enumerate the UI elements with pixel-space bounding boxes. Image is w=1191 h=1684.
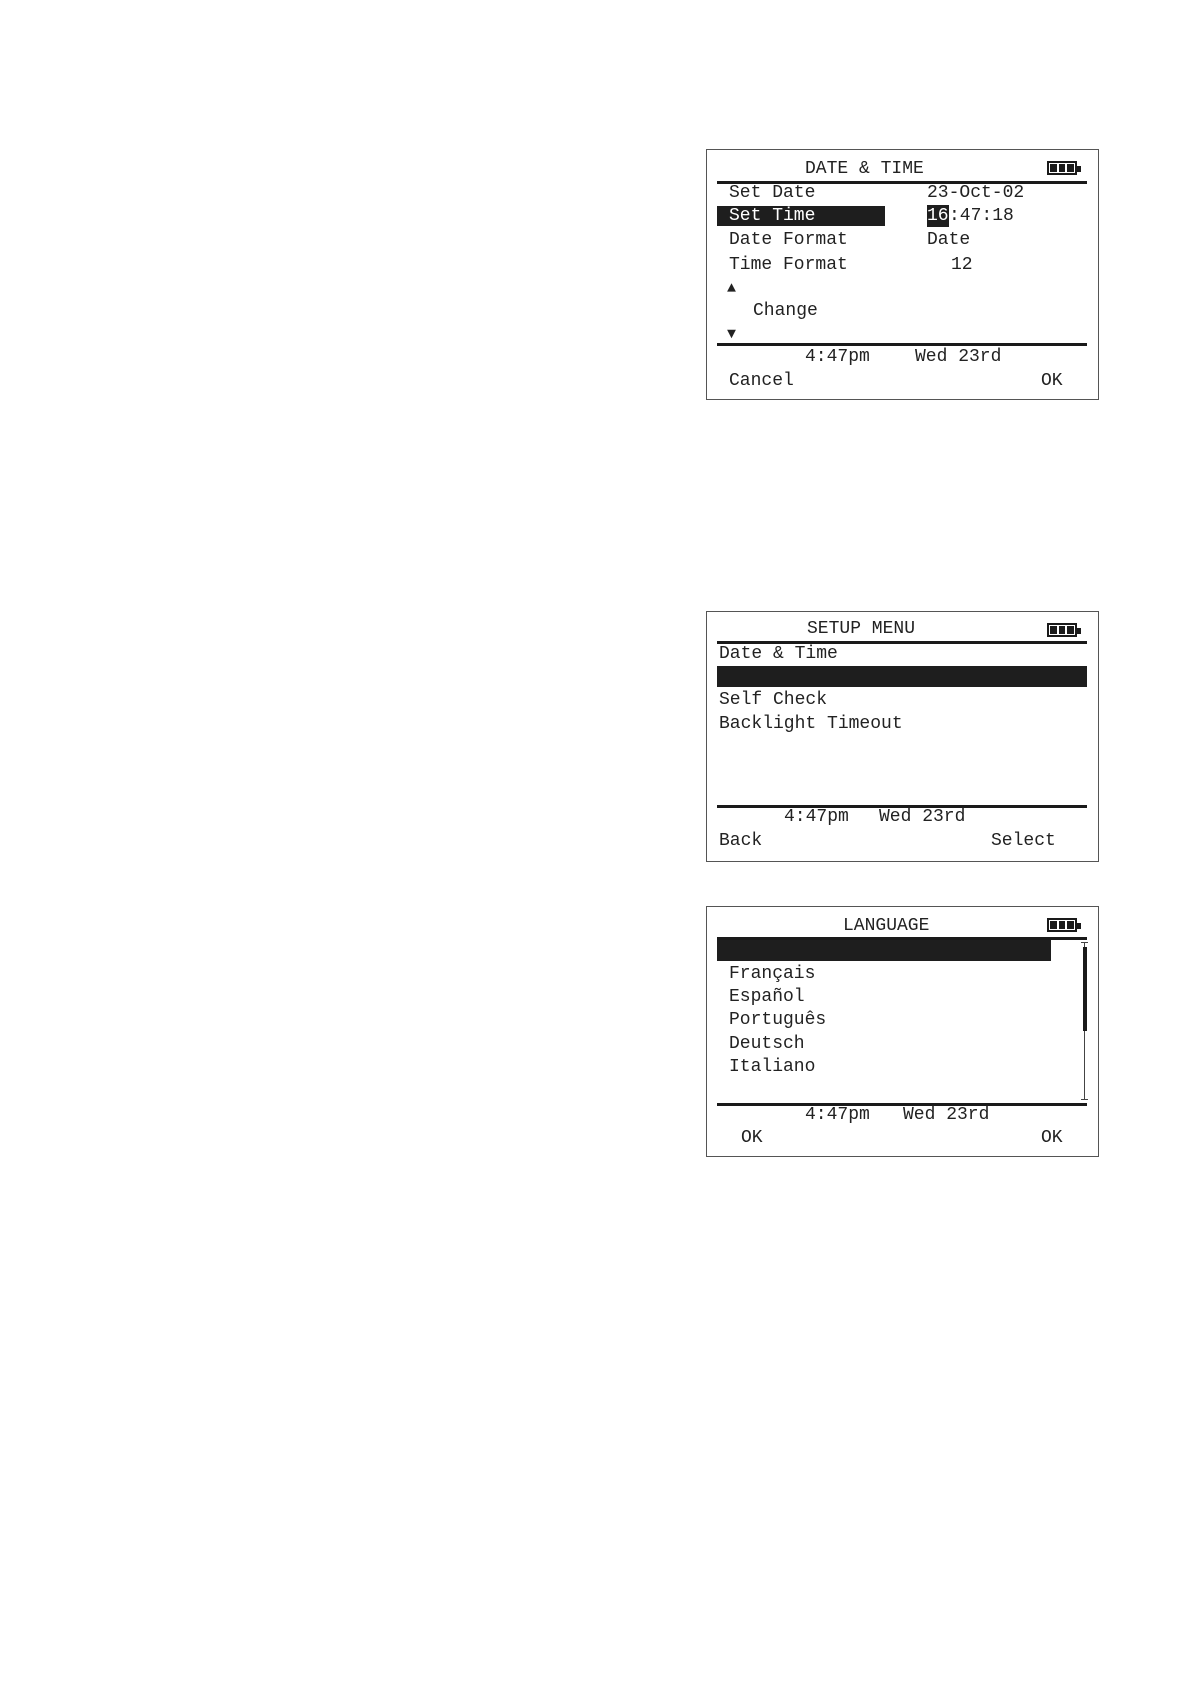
date-time-screen: DATE & TIME Set Date 23-Oct-02 Set Time … — [706, 149, 1099, 400]
time-format-label[interactable]: Time Format — [729, 254, 848, 276]
time-format-value: 12 — [951, 255, 973, 275]
language-item-portugues[interactable]: Português — [729, 1009, 826, 1031]
status-time: 4:47pm — [805, 347, 870, 367]
scrollbar-bottom-cap — [1081, 1099, 1088, 1100]
language-item-deutsch[interactable]: Deutsch — [729, 1033, 805, 1055]
menu-item-self-check[interactable]: Self Check — [719, 689, 827, 711]
back-softkey[interactable]: Back — [719, 830, 762, 852]
scrollbar-thumb[interactable] — [1083, 947, 1087, 1031]
select-softkey[interactable]: Select — [991, 830, 1056, 852]
set-time-rest: :47:18 — [949, 206, 1014, 226]
screen-title: SETUP MENU — [807, 619, 916, 639]
set-time-hour-field[interactable]: 16 — [927, 205, 949, 227]
status-day: Wed 23rd — [915, 347, 1002, 367]
ok-softkey[interactable]: OK — [1041, 370, 1063, 392]
language-item-francais[interactable]: Français — [729, 963, 815, 985]
menu-item-backlight-timeout[interactable]: Backlight Timeout — [719, 713, 903, 735]
change-label: Change — [753, 301, 818, 321]
battery-icon — [1047, 623, 1081, 637]
status-day: Wed 23rd — [879, 807, 966, 827]
up-arrow-icon[interactable]: ▲ — [727, 281, 736, 297]
language-screen: LANGUAGE English Français Español Portug… — [706, 906, 1099, 1157]
battery-icon — [1047, 161, 1081, 175]
footer-divider — [717, 343, 1087, 346]
status-time: 4:47pm — [805, 1105, 870, 1125]
language-item-espanol[interactable]: Español — [729, 986, 805, 1008]
ok-right-softkey[interactable]: OK — [1041, 1127, 1063, 1149]
down-arrow-icon[interactable]: ▼ — [727, 327, 736, 343]
setup-menu-screen: SETUP MENU Date & Time Language Self Che… — [706, 611, 1099, 862]
menu-item-language[interactable]: Language — [717, 666, 1087, 709]
ok-left-softkey[interactable]: OK — [741, 1127, 763, 1149]
status-day: Wed 23rd — [903, 1105, 990, 1125]
language-item-italiano[interactable]: Italiano — [729, 1056, 815, 1078]
status-time: 4:47pm — [784, 807, 849, 827]
battery-icon — [1047, 918, 1081, 932]
date-format-value: Date — [927, 230, 971, 250]
language-item-english[interactable]: English — [717, 940, 1051, 983]
screen-title: DATE & TIME — [805, 159, 924, 179]
date-format-label[interactable]: Date Format — [729, 229, 848, 251]
footer-divider — [717, 1103, 1087, 1106]
cancel-softkey[interactable]: Cancel — [729, 370, 794, 392]
set-time-label[interactable]: Set Time — [729, 205, 815, 227]
screen-title: LANGUAGE — [843, 916, 930, 936]
set-date-label[interactable]: Set Date — [729, 182, 815, 204]
menu-item-date-time[interactable]: Date & Time — [719, 643, 838, 665]
set-date-value: 23-Oct-02 — [927, 183, 1025, 203]
